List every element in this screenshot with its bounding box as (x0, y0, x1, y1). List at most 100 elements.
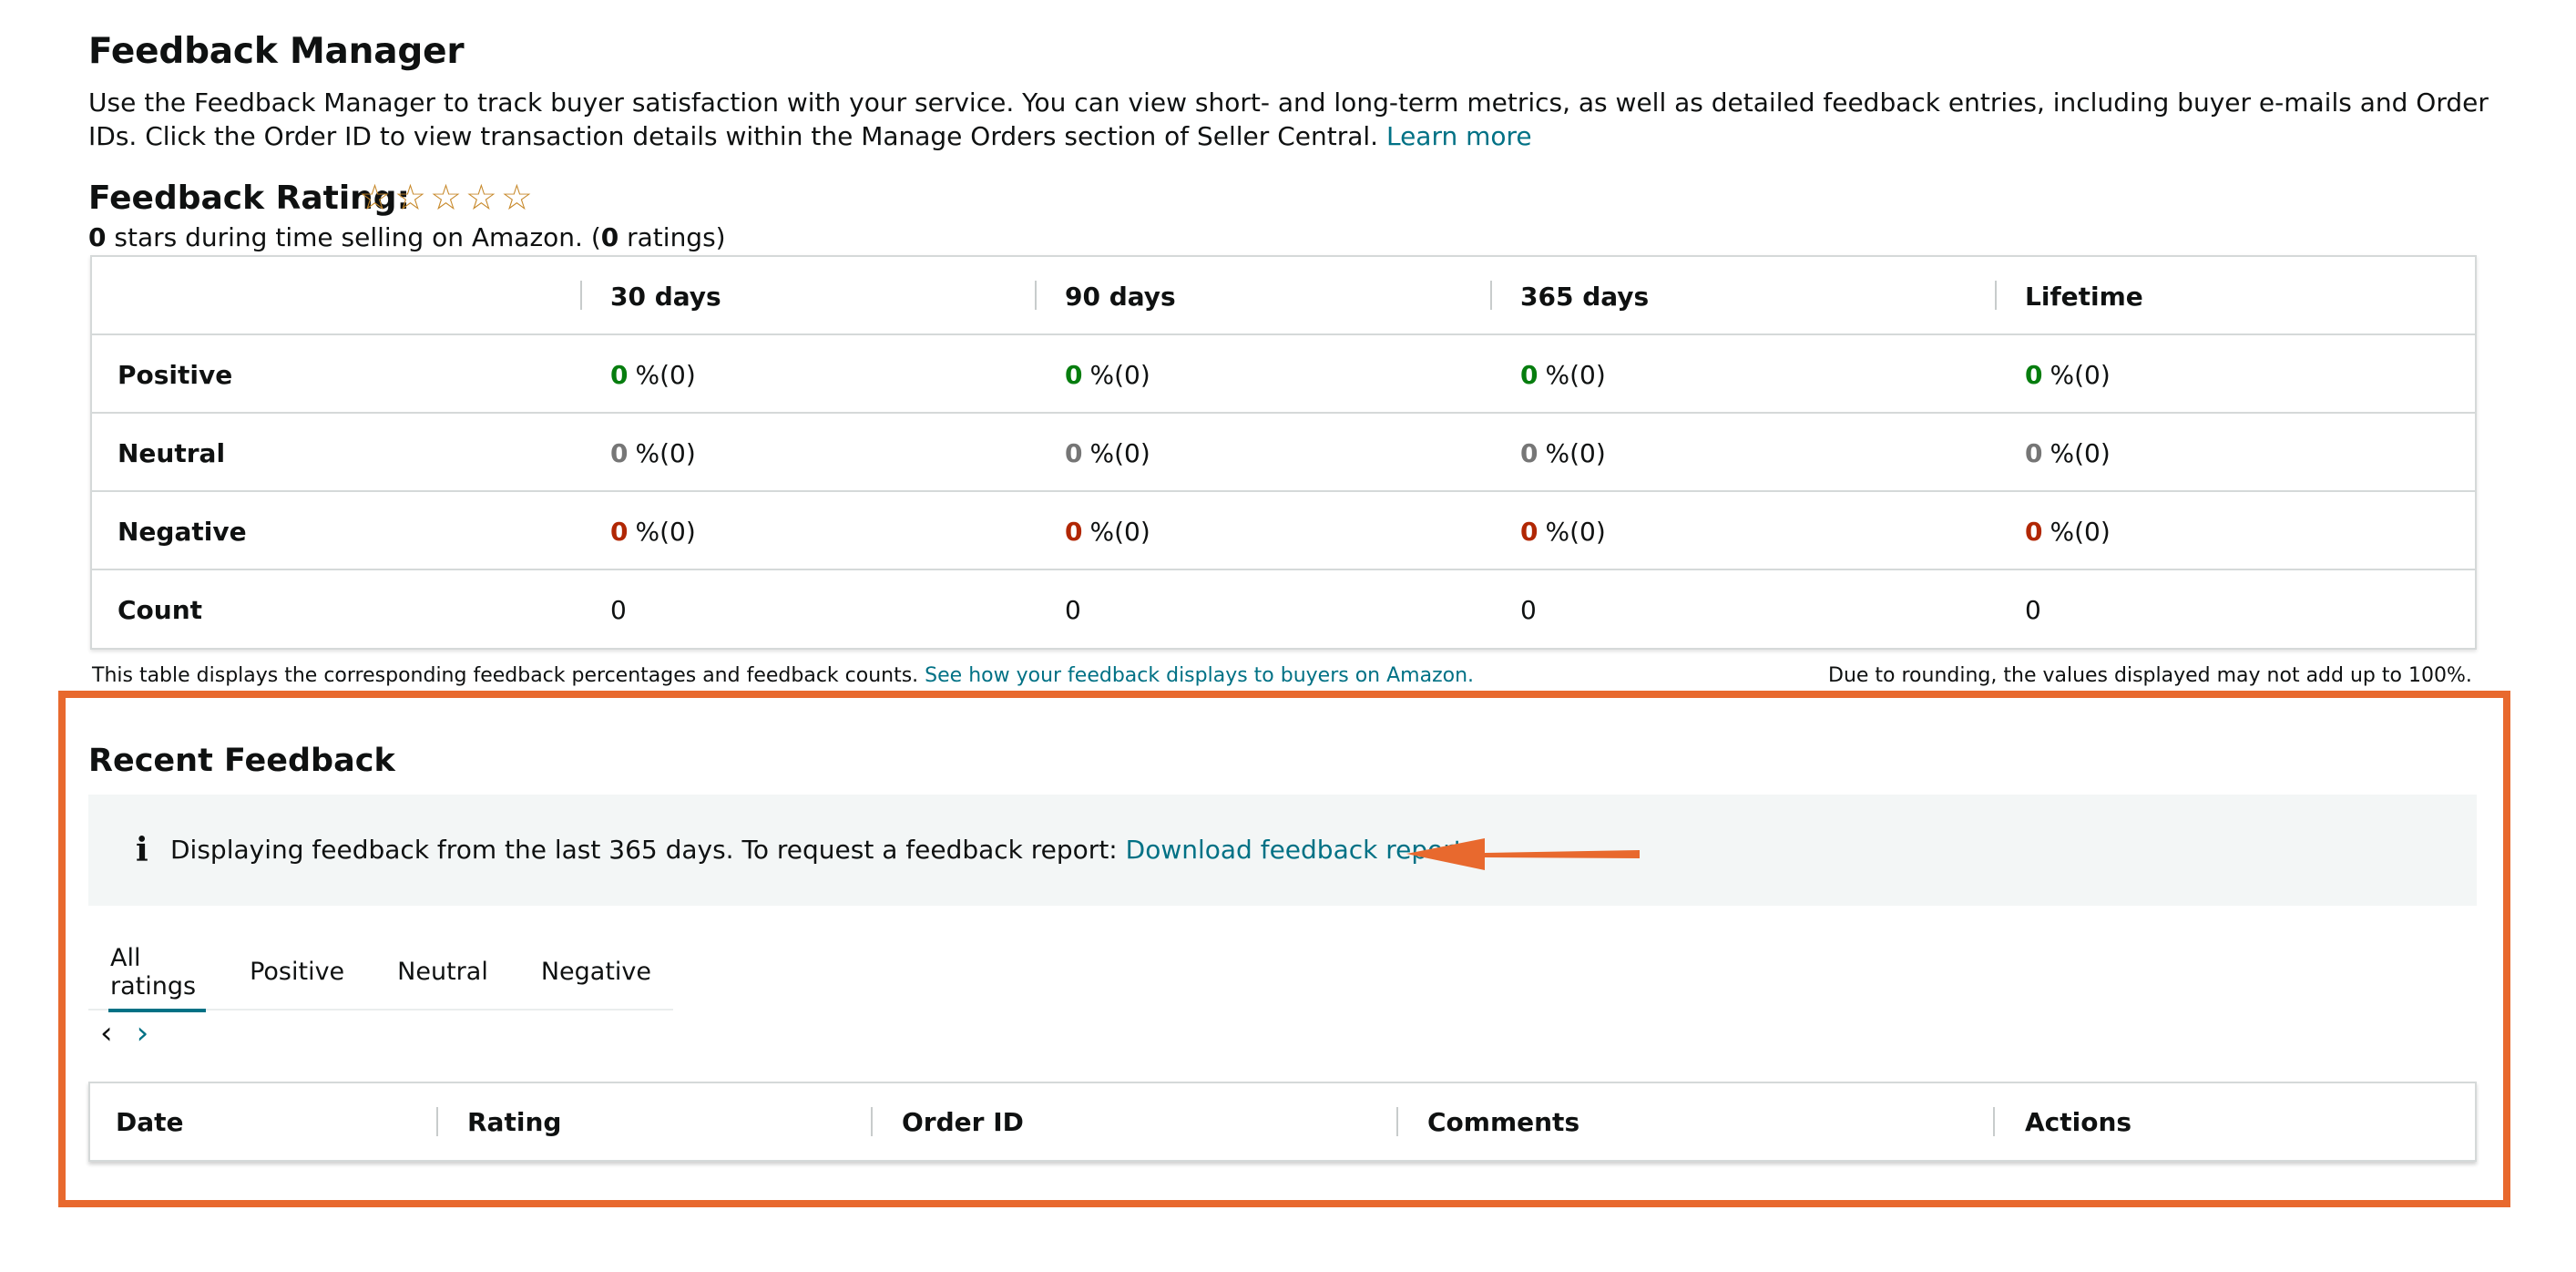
row-label: Negative (118, 516, 247, 547)
recent-feedback-title: Recent Feedback (88, 743, 395, 779)
percent-text: %(0) (635, 359, 696, 390)
page-description: Use the Feedback Manager to track buyer … (88, 86, 2493, 153)
table-cell: 0 %(0) (610, 492, 696, 570)
percent-text: %(0) (1545, 437, 1606, 468)
tab-all-ratings[interactable]: All ratings (88, 933, 226, 1012)
tab-positive[interactable]: Positive (226, 933, 366, 1010)
percent-text: %(0) (1089, 516, 1150, 547)
neutral-value: 0 (610, 437, 629, 468)
feedback-metrics-table: 30 days 90 days 365 days Lifetime Positi… (90, 255, 2477, 650)
column-header-actions[interactable]: Actions (2025, 1083, 2131, 1160)
table-header-row: 30 days 90 days 365 days Lifetime (92, 257, 2475, 335)
description-text: Use the Feedback Manager to track buyer … (88, 87, 2489, 151)
negative-value: 0 (1065, 516, 1083, 547)
tab-negative[interactable]: Negative (510, 933, 673, 1010)
percent-text: %(0) (2050, 359, 2111, 390)
column-header-lifetime: Lifetime (2025, 281, 2143, 312)
rating-filter-tabs: All ratings Positive Neutral Negative (88, 933, 673, 1012)
column-header-365-days: 365 days (1520, 281, 1650, 312)
table-cell: 0 %(0) (2025, 414, 2111, 492)
negative-value: 0 (2025, 516, 2043, 547)
neutral-value: 0 (2025, 437, 2043, 468)
neutral-value: 0 (1065, 437, 1083, 468)
percent-text: %(0) (1545, 516, 1606, 547)
column-header-30-days: 30 days (610, 281, 721, 312)
column-header-date[interactable]: Date (116, 1083, 184, 1160)
table-cell: 0 %(0) (2025, 335, 2111, 414)
row-label: Count (118, 594, 203, 625)
negative-value: 0 (1520, 516, 1538, 547)
table-cell: 0 %(0) (1520, 335, 1606, 414)
table-note-text: This table displays the corresponding fe… (92, 664, 925, 687)
count-cell: 0 (1520, 594, 1537, 625)
column-header-order-id[interactable]: Order ID (902, 1083, 1024, 1160)
row-label: Neutral (118, 437, 226, 468)
column-header-rating[interactable]: Rating (467, 1083, 561, 1160)
column-divider (1993, 1107, 1995, 1136)
positive-value: 0 (1065, 359, 1083, 390)
page-title: Feedback Manager (88, 31, 465, 72)
arrow-left-icon (1406, 838, 1640, 870)
recent-feedback-table: Date Rating Order ID Comments Actions (88, 1082, 2477, 1162)
percent-text: %(0) (1545, 359, 1606, 390)
table-cell: 0 %(0) (610, 414, 696, 492)
percent-text: %(0) (635, 516, 696, 547)
table-note: This table displays the corresponding fe… (92, 664, 1474, 687)
negative-value: 0 (610, 516, 629, 547)
count-cell: 0 (1065, 594, 1081, 625)
column-divider (580, 281, 582, 310)
table-cell: 0 %(0) (1065, 492, 1150, 570)
positive-value: 0 (1520, 359, 1538, 390)
chevron-left-icon[interactable]: ‹ (100, 1015, 113, 1051)
neutral-value: 0 (1520, 437, 1538, 468)
table-row-neutral: Neutral 0 %(0) 0 %(0) 0 %(0) 0 %(0) (92, 414, 2475, 492)
rating-summary: 0 stars during time selling on Amazon. (… (88, 222, 726, 252)
positive-value: 0 (610, 359, 629, 390)
count-cell: 0 (610, 594, 627, 625)
percent-text: %(0) (2050, 437, 2111, 468)
table-row-count: Count 0 0 0 0 (92, 570, 2475, 649)
ratings-text: ratings) (618, 222, 726, 252)
table-cell: 0 %(0) (1065, 335, 1150, 414)
table-row-positive: Positive 0 %(0) 0 %(0) 0 %(0) 0 %(0) (92, 335, 2475, 414)
column-divider (1396, 1107, 1398, 1136)
info-alert-message: Displaying feedback from the last 365 da… (170, 835, 1464, 865)
column-header-comments[interactable]: Comments (1427, 1083, 1579, 1160)
stars-value: 0 (88, 222, 107, 252)
star-outline-icon: ☆ (465, 178, 497, 219)
column-divider (871, 1107, 873, 1136)
table-cell: 0 %(0) (610, 335, 696, 414)
table-cell: 0 %(0) (1520, 492, 1606, 570)
column-divider (436, 1107, 438, 1136)
tab-neutral[interactable]: Neutral (366, 933, 510, 1010)
percent-text: %(0) (1089, 437, 1150, 468)
column-divider (1995, 281, 1997, 310)
star-rating: ☆ ☆ ☆ ☆ ☆ (359, 179, 533, 219)
table-cell: 0 %(0) (2025, 492, 2111, 570)
positive-value: 0 (2025, 359, 2043, 390)
pagination: ‹ › (100, 1015, 148, 1051)
star-outline-icon: ☆ (429, 178, 462, 219)
chevron-right-icon[interactable]: › (137, 1015, 149, 1051)
rounding-note: Due to rounding, the values displayed ma… (1828, 664, 2472, 687)
column-divider (1035, 281, 1037, 310)
ratings-count: 0 (600, 222, 619, 252)
table-cell: 0 %(0) (1520, 414, 1606, 492)
info-icon: i (136, 831, 148, 869)
count-cell: 0 (2025, 594, 2041, 625)
star-outline-icon: ☆ (500, 178, 533, 219)
table-cell: 0 %(0) (1065, 414, 1150, 492)
column-header-90-days: 90 days (1065, 281, 1176, 312)
percent-text: %(0) (1089, 359, 1150, 390)
row-label: Positive (118, 359, 233, 390)
stars-text: stars during time selling on Amazon. ( (106, 222, 601, 252)
learn-more-link[interactable]: Learn more (1386, 121, 1532, 151)
info-alert-text: Displaying feedback from the last 365 da… (170, 835, 1126, 865)
table-row-negative: Negative 0 %(0) 0 %(0) 0 %(0) 0 %(0) (92, 492, 2475, 570)
buyer-display-link[interactable]: See how your feedback displays to buyers… (925, 664, 1474, 687)
star-outline-icon: ☆ (394, 178, 426, 219)
star-outline-icon: ☆ (359, 178, 391, 219)
percent-text: %(0) (635, 437, 696, 468)
percent-text: %(0) (2050, 516, 2111, 547)
column-divider (1490, 281, 1492, 310)
